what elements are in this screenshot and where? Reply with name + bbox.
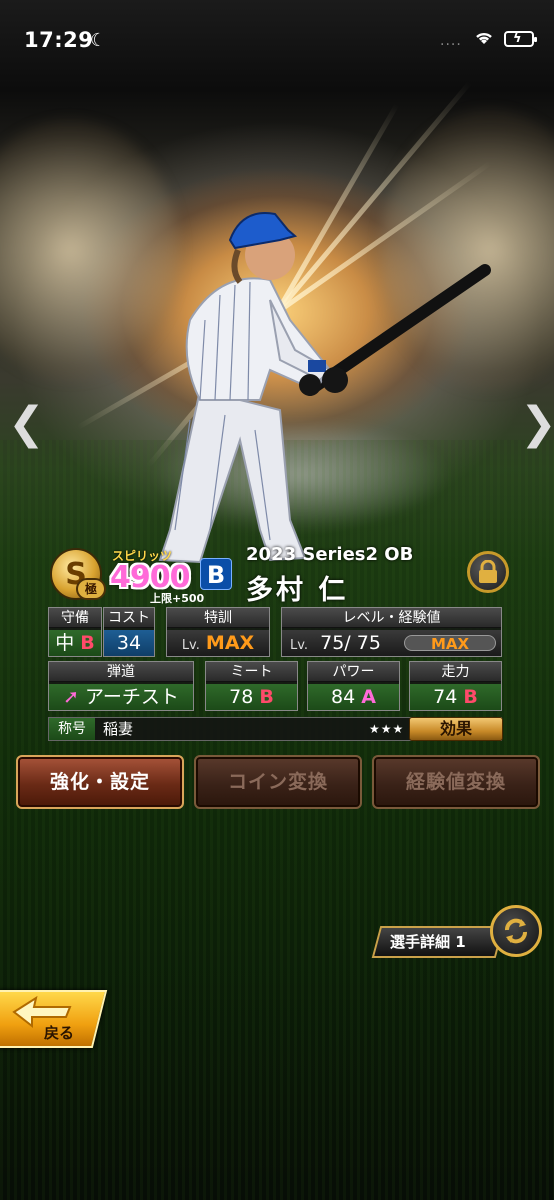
title-stars: ★★★: [369, 722, 405, 736]
player-name: 多村 仁: [246, 575, 349, 606]
power-value: 84 A: [308, 684, 399, 710]
power-label: パワー: [308, 662, 399, 682]
training-lv: Lv.: [181, 638, 200, 653]
spirits-limit: 上限+500: [150, 592, 205, 605]
back-label[interactable]: 戻る: [44, 1022, 74, 1043]
defense-grade: B: [80, 632, 95, 654]
trajectory-box: 弾道 ➚ アーチスト: [48, 661, 194, 711]
level-value: Lv. 75/ 75 MAX: [282, 630, 501, 656]
wifi-icon: [476, 32, 492, 44]
cost-label: コスト: [104, 608, 154, 628]
cost-box: コスト 34: [103, 607, 155, 657]
defense-position: 中: [55, 632, 75, 654]
rank-badge: 極: [76, 578, 106, 600]
title-label: 称号: [49, 718, 95, 740]
meet-box: ミート 78 B: [205, 661, 298, 711]
card-detail-screen: 17:29 ☾ ···· ϟ ❮ ❯ S 極 スピリッツ 4900 上限+500…: [0, 0, 554, 1200]
speed-box: 走力 74 B: [409, 661, 502, 711]
speed-grade: B: [463, 686, 478, 708]
title-value: 稲妻: [103, 720, 134, 738]
exp-bar: MAX: [404, 635, 496, 653]
training-label: 特訓: [167, 608, 269, 628]
status-bar: 17:29 ☾ ···· ϟ: [0, 0, 554, 80]
cost-value: 34: [104, 630, 154, 656]
battery-icon: ϟ: [504, 31, 537, 47]
trajectory-text: アーチスト: [85, 686, 179, 708]
level-label: レベル・経験値: [282, 608, 501, 628]
prev-player-arrow-icon[interactable]: ❮: [8, 402, 45, 446]
speed-number: 74: [433, 686, 458, 708]
effect-button[interactable]: 効果: [409, 717, 503, 741]
series-label: 2023 Series2 OB: [246, 544, 414, 565]
signal-icon: ····: [440, 37, 462, 53]
level-lv: Lv.: [290, 638, 309, 653]
defense-label: 守備: [49, 608, 101, 628]
power-number: 84: [331, 686, 356, 708]
power-grade: A: [361, 686, 376, 708]
moon-icon: ☾: [90, 30, 107, 51]
level-number: 75/ 75: [320, 632, 381, 654]
defense-value: 中 B: [49, 630, 101, 656]
training-max: MAX: [205, 632, 255, 654]
team-logo: B: [200, 558, 232, 590]
lock-button[interactable]: [467, 551, 509, 593]
clock: 17:29: [24, 28, 94, 52]
exp-convert-button[interactable]: 経験値変換: [372, 755, 540, 809]
training-box: 特訓 Lv. MAX: [166, 607, 270, 657]
switch-detail-button[interactable]: [490, 905, 542, 957]
player-detail-label[interactable]: 選手詳細 1: [390, 931, 466, 952]
speed-label: 走力: [410, 662, 501, 682]
power-box: パワー 84 A: [307, 661, 400, 711]
next-player-arrow-icon[interactable]: ❯: [520, 402, 554, 446]
meet-label: ミート: [206, 662, 297, 682]
battery-bolt-icon: ϟ: [513, 31, 522, 46]
training-value: Lv. MAX: [167, 630, 269, 656]
title-row: 称号 稲妻 ★★★ 効果: [48, 717, 503, 741]
meet-value: 78 B: [206, 684, 297, 710]
exp-max: MAX: [430, 635, 470, 653]
refresh-icon: [505, 918, 527, 944]
speed-value: 74 B: [410, 684, 501, 710]
enhance-settings-button[interactable]: 強化・設定: [16, 755, 184, 809]
trajectory-label: 弾道: [49, 662, 193, 682]
player-image: [158, 212, 491, 564]
trajectory-value: ➚ アーチスト: [49, 684, 193, 710]
meet-number: 78: [229, 686, 254, 708]
lock-icon: [479, 560, 497, 583]
meet-grade: B: [259, 686, 274, 708]
level-box: レベル・経験値 Lv. 75/ 75 MAX: [281, 607, 502, 657]
defense-box: 守備 中 B: [48, 607, 102, 657]
trajectory-arrow-icon: ➚: [63, 686, 79, 708]
coin-convert-button[interactable]: コイン変換: [194, 755, 362, 809]
